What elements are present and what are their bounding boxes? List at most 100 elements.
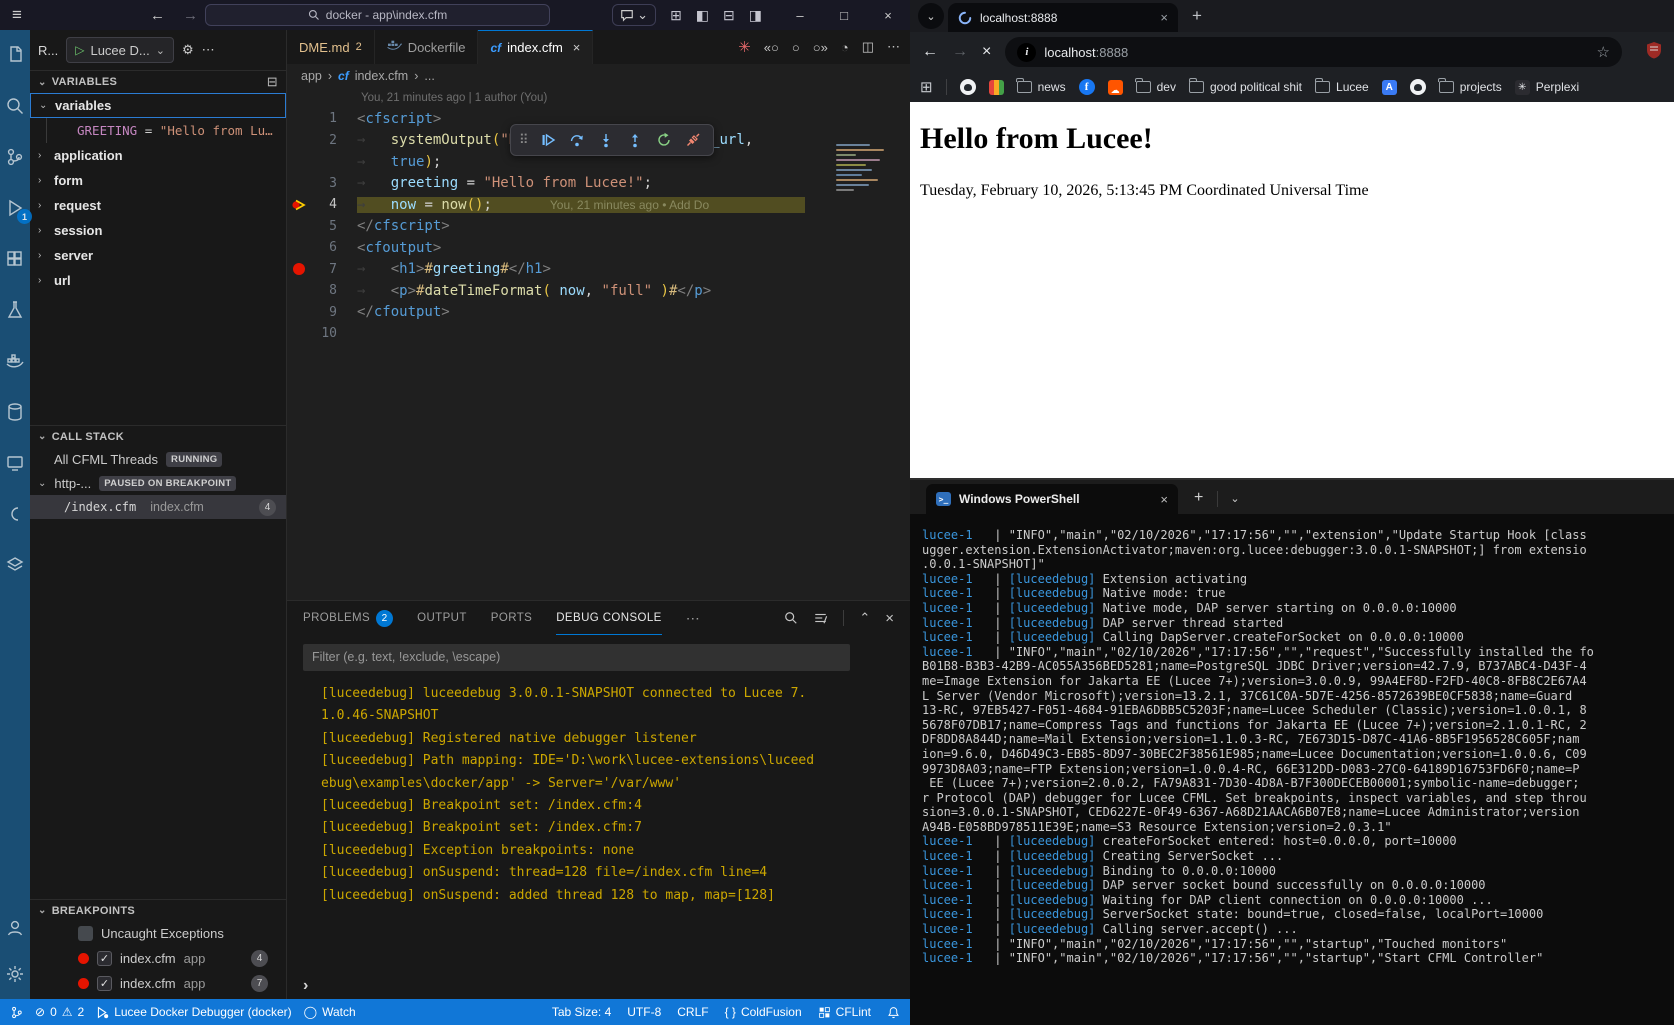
language-mode-indicator[interactable]: { } ColdFusion	[725, 1005, 802, 1019]
breadcrumb[interactable]: app › cf index.cfm › ...	[287, 64, 910, 88]
breadcrumb-symbol[interactable]: ...	[424, 69, 434, 83]
testing-icon[interactable]	[4, 299, 26, 321]
restart-button[interactable]	[652, 128, 676, 152]
toggle-panel-icon[interactable]: ⊟	[723, 7, 735, 24]
tab-search-button[interactable]: ⌄	[918, 3, 944, 29]
tab-dme-md[interactable]: DME.md 2	[287, 30, 375, 64]
code-editor[interactable]: ⠿ You, 21 minutes ago | 1 author (You) 1…	[287, 88, 910, 600]
close-panel-icon[interactable]: ×	[885, 610, 894, 627]
soundcloud-bookmark-icon[interactable]: ☁	[1107, 79, 1123, 95]
docker-icon[interactable]	[4, 350, 26, 372]
search-icon[interactable]	[784, 611, 798, 625]
tab-index-cfm[interactable]: cf index.cfm ×	[478, 30, 594, 64]
breakpoint-checkbox[interactable]: ✓	[97, 951, 112, 966]
explorer-icon[interactable]	[4, 44, 26, 66]
extensions-icon[interactable]	[4, 248, 26, 270]
editor-gutter[interactable]: 7	[287, 262, 357, 277]
apps-bookmark-icon[interactable]: ⊞	[920, 78, 933, 96]
minimize-button[interactable]: –	[778, 0, 822, 30]
address-bar[interactable]: i localhost:8888 ☆	[1005, 37, 1622, 67]
cflint-indicator[interactable]: CFLint	[818, 1005, 871, 1019]
breadcrumb-app[interactable]: app	[301, 69, 322, 83]
close-terminal-tab-icon[interactable]: ×	[1160, 492, 1168, 507]
launch-config-dropdown[interactable]: ▷ Lucee D... ⌄	[66, 37, 174, 63]
thread-row[interactable]: All CFML Threads RUNNING	[30, 447, 286, 471]
debug-console-output[interactable]: [luceedebug] luceedebug 3.0.0.1-SNAPSHOT…	[287, 679, 910, 973]
editor-line[interactable]: 9 </cfoutput >	[287, 302, 910, 324]
new-tab-button[interactable]: +	[1192, 6, 1202, 26]
remote-fork-indicator[interactable]	[10, 1006, 23, 1019]
breakpoint-row[interactable]: ✓ index.cfm app 4	[30, 946, 286, 971]
collapse-all-icon[interactable]: ⊟	[267, 74, 278, 90]
bookmark-projects[interactable]: projects	[1438, 78, 1502, 94]
panel-tab-problems[interactable]: PROBLEMS 2	[303, 601, 394, 635]
adblock-shield-icon[interactable]	[1646, 41, 1662, 64]
editor-gutter[interactable]: 3	[287, 176, 357, 191]
profile-icon[interactable]: ◔	[841, 40, 849, 55]
cfml-run-icon[interactable]: ✳	[738, 38, 751, 56]
tab-dockerfile[interactable]: Dockerfile	[374, 30, 479, 64]
variable-greeting[interactable]: GREETING = "Hello from Lu…	[46, 118, 286, 143]
disconnect-button[interactable]	[681, 128, 705, 152]
split-editor-icon[interactable]: ◫	[862, 39, 874, 55]
bookmark-star-icon[interactable]: ☆	[1597, 43, 1610, 61]
step-over-button[interactable]	[565, 128, 589, 152]
minimap[interactable]	[836, 144, 892, 194]
run-and-debug-icon[interactable]: 1	[4, 197, 32, 224]
maximize-button[interactable]: □	[822, 0, 866, 30]
scope-url[interactable]: › url	[30, 268, 286, 293]
breakpoint-checkbox[interactable]: ✓	[97, 976, 112, 991]
editor-gutter[interactable]: 8	[287, 283, 357, 298]
encoding-indicator[interactable]: UTF-8	[627, 1005, 661, 1019]
site-info-icon[interactable]: i	[1017, 42, 1037, 62]
breakpoints-section-header[interactable]: ⌄ BREAKPOINTS	[30, 899, 286, 921]
scope-application[interactable]: › application	[30, 143, 286, 168]
more-actions-icon[interactable]: ⋯	[887, 39, 900, 55]
account-icon[interactable]	[4, 917, 26, 939]
scope-variables[interactable]: ⌄ variables	[30, 93, 286, 118]
copilot-chat-button[interactable]: ⌄	[612, 4, 657, 26]
console-filter-input[interactable]: Filter (e.g. text, !exclude, \escape)	[303, 643, 850, 671]
editor-line[interactable]: 10	[287, 323, 910, 345]
breakpoint-glyph-icon[interactable]	[287, 263, 311, 276]
step-back-icon[interactable]: «○	[764, 40, 779, 55]
step-out-button[interactable]	[623, 128, 647, 152]
drag-handle-icon[interactable]: ⠿	[519, 133, 529, 148]
scope-request[interactable]: › request	[30, 193, 286, 218]
notifications-bell-icon[interactable]	[887, 1006, 900, 1019]
menu-icon[interactable]: ≡	[12, 5, 22, 25]
search-icon[interactable]	[4, 95, 26, 117]
translate-bookmark-icon[interactable]: A	[1381, 79, 1397, 95]
editor-gutter[interactable]: 2	[287, 133, 357, 148]
watch-status[interactable]: ◯ Watch	[304, 1005, 356, 1019]
editor-line[interactable]: 3 → greeting = "Hello from Lucee!";	[287, 173, 910, 195]
browser-forward-icon[interactable]: →	[952, 43, 968, 61]
back-icon[interactable]: ←	[150, 7, 165, 24]
scope-form[interactable]: › form	[30, 168, 286, 193]
debugger-status[interactable]: Lucee Docker Debugger (docker)	[96, 1005, 292, 1019]
editor-gutter[interactable]: 10	[287, 326, 357, 341]
editor-gutter[interactable]: 5	[287, 219, 357, 234]
panel-tab-debug-console[interactable]: DEBUG CONSOLE	[556, 601, 662, 635]
command-center-search[interactable]: docker - app\index.cfm	[205, 4, 550, 26]
reverse-icon[interactable]: ○	[792, 40, 800, 55]
customize-layout-icon[interactable]: ⊞	[670, 7, 682, 24]
forward-icon[interactable]: ○»	[813, 40, 828, 55]
editor-gutter[interactable]: 4	[287, 197, 357, 213]
bookmark-news[interactable]: news	[1016, 78, 1066, 94]
stack-frame-row[interactable]: /index.cfm index.cfm 4	[30, 495, 286, 519]
settings-gear-icon[interactable]	[4, 963, 26, 985]
editor-gutter[interactable]: 1	[287, 111, 357, 126]
toggle-sidebar-icon[interactable]: ◧	[696, 7, 709, 24]
breakpoint-row[interactable]: ✓ index.cfm app 7	[30, 971, 286, 996]
bookmark-good-political-shit[interactable]: good political shit	[1188, 78, 1302, 94]
breakpoint-checkbox[interactable]	[78, 926, 93, 941]
editor-line[interactable]: 7 → < h1 > # greeting # </h1 >	[287, 259, 910, 281]
close-tab-icon[interactable]: ×	[573, 40, 581, 55]
scope-server[interactable]: › server	[30, 243, 286, 268]
github-bookmark-icon[interactable]	[959, 79, 976, 95]
terminal-output[interactable]: lucee-1 | "INFO","main","02/10/2026","17…	[910, 514, 1674, 1025]
more-actions-icon[interactable]: ⋯	[202, 42, 215, 58]
eol-indicator[interactable]: CRLF	[677, 1005, 708, 1019]
cfml-icon[interactable]	[4, 503, 26, 525]
